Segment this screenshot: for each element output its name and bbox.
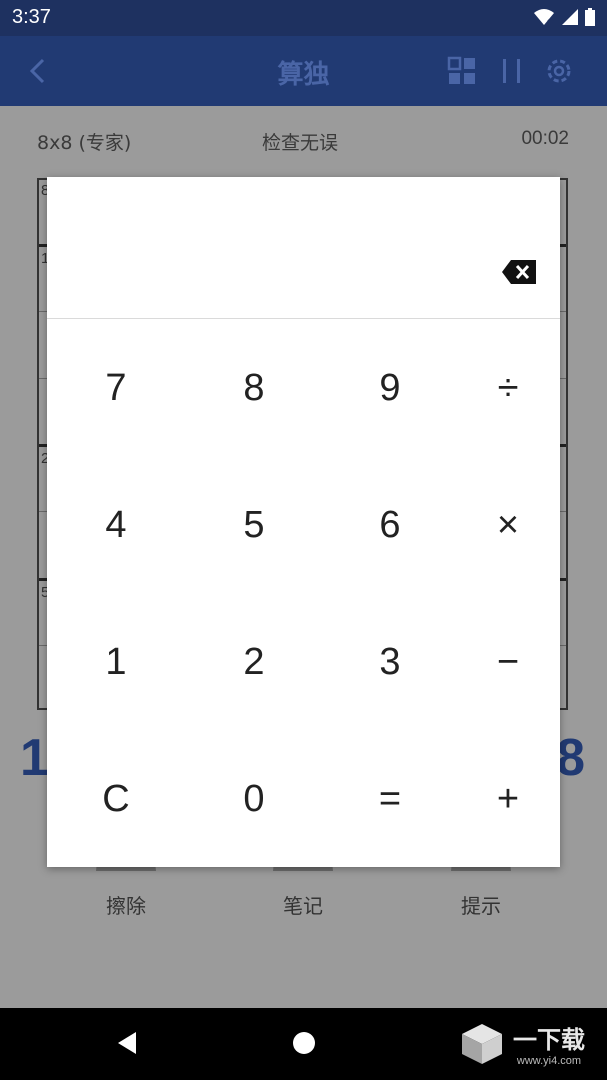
watermark: 一下载 www.yi4.com xyxy=(459,1020,585,1067)
timer-label: 00:02 xyxy=(521,128,569,149)
watermark-text: 一下载 www.yi4.com xyxy=(513,1020,585,1067)
key-1[interactable]: 1 xyxy=(52,594,180,730)
battery-icon xyxy=(585,8,595,26)
backspace-icon[interactable] xyxy=(501,259,537,285)
watermark-logo-icon xyxy=(462,1023,502,1064)
check-status-label: 检查无误 xyxy=(262,132,339,154)
keypad-display xyxy=(47,177,560,319)
key-divide[interactable]: ÷ xyxy=(444,320,572,456)
status-icons xyxy=(533,8,595,26)
key-subtract[interactable]: − xyxy=(444,594,572,730)
notes-label: 笔记 xyxy=(283,894,323,918)
nav-back-icon[interactable] xyxy=(114,1030,140,1056)
key-clear[interactable]: C xyxy=(52,731,180,867)
key-equals[interactable]: = xyxy=(326,731,454,867)
key-add[interactable]: + xyxy=(444,731,572,867)
key-5[interactable]: 5 xyxy=(190,457,318,593)
watermark-url: www.yi4.com xyxy=(516,1055,582,1067)
number-picker-left[interactable]: 1 xyxy=(20,728,49,788)
keypad-dialog: 7 8 9 ÷ 4 5 6 × 1 2 3 − C 0 = + xyxy=(47,177,560,867)
status-bar: 3:37 xyxy=(0,0,607,36)
key-4[interactable]: 4 xyxy=(52,457,180,593)
grid-icon[interactable] xyxy=(447,56,477,86)
navigation-bar: 一下载 www.yi4.com xyxy=(0,1008,607,1080)
watermark-name: 一下载 xyxy=(513,1026,585,1054)
key-8[interactable]: 8 xyxy=(190,320,318,456)
key-7[interactable]: 7 xyxy=(52,320,180,456)
key-6[interactable]: 6 xyxy=(326,457,454,593)
erase-label: 擦除 xyxy=(106,894,146,918)
status-time: 3:37 xyxy=(12,6,51,28)
key-2[interactable]: 2 xyxy=(190,594,318,730)
signal-icon xyxy=(562,9,578,25)
nav-home-icon[interactable] xyxy=(291,1030,317,1056)
key-9[interactable]: 9 xyxy=(326,320,454,456)
puzzle-size-label: 8x8 (专家) xyxy=(37,132,132,154)
app-bar: 算独 xyxy=(0,36,607,106)
wifi-icon xyxy=(534,9,554,26)
hint-label: 提示 xyxy=(461,894,501,918)
key-3[interactable]: 3 xyxy=(326,594,454,730)
key-0[interactable]: 0 xyxy=(190,731,318,867)
pause-icon[interactable] xyxy=(497,56,527,86)
key-multiply[interactable]: × xyxy=(444,457,572,593)
settings-gear-icon[interactable] xyxy=(544,56,574,86)
